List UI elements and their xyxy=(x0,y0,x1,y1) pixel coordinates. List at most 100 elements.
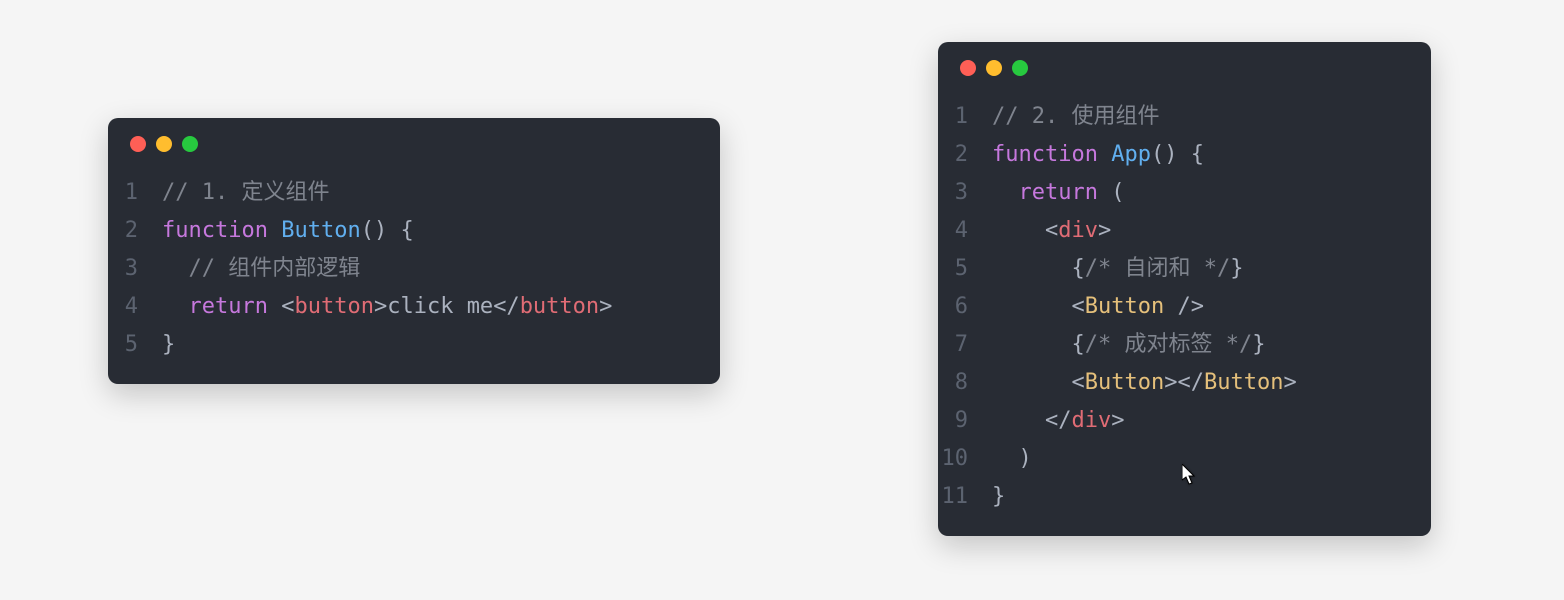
code-token: function xyxy=(162,218,268,243)
title-bar xyxy=(108,118,720,170)
code-line: 2function Button() { xyxy=(108,212,720,250)
code-content: return <button>click me</button> xyxy=(162,288,612,326)
code-token: ) xyxy=(1019,446,1032,471)
code-token: Button xyxy=(1085,294,1164,319)
code-token: /* 成对标签 */ xyxy=(1085,332,1252,357)
line-number: 8 xyxy=(938,364,992,402)
code-line: 5} xyxy=(108,326,720,364)
code-token: </ xyxy=(1045,408,1072,433)
code-token: < xyxy=(281,294,294,319)
title-bar xyxy=(938,42,1431,94)
code-token: > xyxy=(1283,370,1296,395)
code-token: /* 自闭和 */ xyxy=(1085,256,1230,281)
code-content: // 1. 定义组件 xyxy=(162,174,329,212)
code-content: <Button /> xyxy=(992,288,1204,326)
code-token: } xyxy=(1252,332,1265,357)
code-line: 5 {/* 自闭和 */} xyxy=(938,250,1431,288)
code-token xyxy=(992,370,1071,395)
code-token: } xyxy=(992,484,1005,509)
line-number: 2 xyxy=(108,212,162,250)
code-token: div xyxy=(1071,408,1111,433)
code-token: /> xyxy=(1177,294,1204,319)
code-token: button xyxy=(294,294,373,319)
code-token: < xyxy=(1071,294,1084,319)
code-token xyxy=(992,446,1019,471)
code-content: return ( xyxy=(992,174,1124,212)
code-token xyxy=(1098,180,1111,205)
line-number: 10 xyxy=(938,440,992,478)
line-number: 9 xyxy=(938,402,992,440)
code-token xyxy=(992,218,1045,243)
line-number: 3 xyxy=(108,250,162,288)
code-window-left: 1// 1. 定义组件2function Button() {3 // 组件内部… xyxy=(108,118,720,384)
code-line: 4 return <button>click me</button> xyxy=(108,288,720,326)
code-content: function Button() { xyxy=(162,212,414,250)
code-content: } xyxy=(992,478,1005,516)
code-token xyxy=(992,256,1071,281)
maximize-icon[interactable] xyxy=(1012,60,1028,76)
code-area-left: 1// 1. 定义组件2function Button() {3 // 组件内部… xyxy=(108,170,720,384)
code-token xyxy=(162,256,189,281)
close-icon[interactable] xyxy=(960,60,976,76)
line-number: 7 xyxy=(938,326,992,364)
code-line: 8 <Button></Button> xyxy=(938,364,1431,402)
minimize-icon[interactable] xyxy=(156,136,172,152)
line-number: 6 xyxy=(938,288,992,326)
code-token: > xyxy=(1164,370,1177,395)
code-token: } xyxy=(162,332,175,357)
line-number: 4 xyxy=(938,212,992,250)
code-token: div xyxy=(1058,218,1098,243)
code-token: // 2. 使用组件 xyxy=(992,104,1159,129)
code-token xyxy=(162,294,189,319)
line-number: 1 xyxy=(108,174,162,212)
code-token: return xyxy=(1019,180,1098,205)
code-token: </ xyxy=(493,294,520,319)
code-token: click me xyxy=(387,294,493,319)
code-content: // 组件内部逻辑 xyxy=(162,250,360,288)
code-token: App xyxy=(1111,142,1151,167)
code-token: return xyxy=(189,294,268,319)
code-line: 1// 2. 使用组件 xyxy=(938,98,1431,136)
line-number: 2 xyxy=(938,136,992,174)
code-token: } xyxy=(1230,256,1243,281)
code-token: > xyxy=(599,294,612,319)
code-token: () { xyxy=(1151,142,1204,167)
close-icon[interactable] xyxy=(130,136,146,152)
code-content: function App() { xyxy=(992,136,1204,174)
code-line: 7 {/* 成对标签 */} xyxy=(938,326,1431,364)
code-token: // 1. 定义组件 xyxy=(162,180,329,205)
code-token: Button xyxy=(1204,370,1283,395)
code-line: 1// 1. 定义组件 xyxy=(108,174,720,212)
code-content: ) xyxy=(992,440,1032,478)
code-content: // 2. 使用组件 xyxy=(992,98,1159,136)
code-line: 6 <Button /> xyxy=(938,288,1431,326)
code-token: Button xyxy=(281,218,360,243)
code-line: 4 <div> xyxy=(938,212,1431,250)
code-token xyxy=(1098,142,1111,167)
line-number: 3 xyxy=(938,174,992,212)
code-token: > xyxy=(1098,218,1111,243)
code-token: { xyxy=(1071,332,1084,357)
minimize-icon[interactable] xyxy=(986,60,1002,76)
code-token: // 组件内部逻辑 xyxy=(189,256,361,281)
code-token xyxy=(992,332,1071,357)
code-line: 3 // 组件内部逻辑 xyxy=(108,250,720,288)
code-token: ( xyxy=(1111,180,1124,205)
line-number: 1 xyxy=(938,98,992,136)
code-token: Button xyxy=(1085,370,1164,395)
line-number: 5 xyxy=(108,326,162,364)
line-number: 11 xyxy=(938,478,992,516)
code-content: <div> xyxy=(992,212,1111,250)
code-line: 3 return ( xyxy=(938,174,1431,212)
code-token xyxy=(992,180,1019,205)
code-window-right: 1// 2. 使用组件2function App() {3 return (4 … xyxy=(938,42,1431,536)
code-token xyxy=(268,218,281,243)
code-token: () { xyxy=(361,218,414,243)
code-token: { xyxy=(1071,256,1084,281)
code-token xyxy=(1164,294,1177,319)
code-area-right: 1// 2. 使用组件2function App() {3 return (4 … xyxy=(938,94,1431,536)
code-token: < xyxy=(1071,370,1084,395)
line-number: 4 xyxy=(108,288,162,326)
maximize-icon[interactable] xyxy=(182,136,198,152)
code-line: 10 ) xyxy=(938,440,1431,478)
